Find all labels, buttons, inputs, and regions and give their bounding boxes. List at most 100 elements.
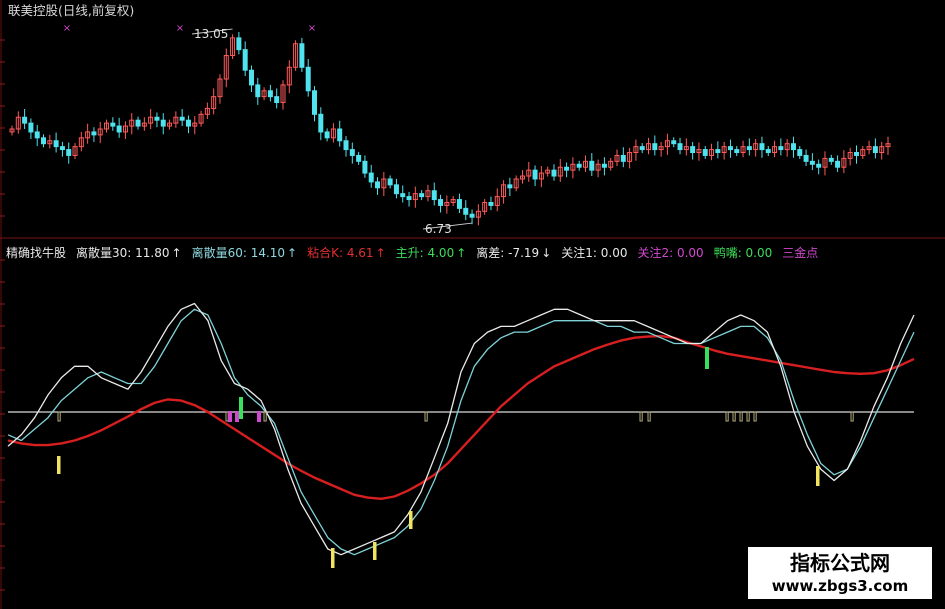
top-marker: × (176, 23, 184, 34)
candle-down (274, 96, 280, 104)
yellow-mark (331, 548, 335, 568)
candle-down (255, 84, 261, 98)
signal-tick (739, 411, 743, 422)
candle-down (652, 143, 658, 151)
arrow-up-icon: ↑ (375, 246, 386, 260)
candle-down (797, 149, 803, 156)
candle-down (236, 37, 242, 51)
indicator-values-bar: 精确找牛股 离散量30: 11.80 ↑ 离散量60: 14.10 ↑ 粘合K: 4… (6, 245, 818, 261)
candle-down (816, 163, 822, 168)
watermark-url: www.zbgs3.com (771, 577, 909, 595)
candle-down (22, 116, 28, 124)
indicator-value-guanzhu1: 关注1: 0.00 (561, 246, 628, 260)
candle-down (551, 169, 557, 177)
green-mark (705, 347, 709, 369)
candle-down (431, 190, 437, 201)
candle-down (456, 199, 462, 209)
candle-down (835, 160, 841, 168)
candle-down (185, 119, 191, 127)
candle-down (179, 116, 185, 121)
indicator-value-zhusheng: 主升: 4.00 ↑ (395, 246, 467, 260)
candle-down (66, 149, 72, 156)
candle-down (135, 119, 141, 127)
candle-down (318, 113, 324, 133)
candle-down (59, 146, 65, 151)
arrow-up-icon: ↑ (456, 246, 467, 260)
candle-down (620, 154, 626, 162)
indicator-value-nianhe-k: 粘合K: 4.61 ↑ (307, 246, 386, 260)
candle-down (41, 137, 47, 145)
magenta-mark (235, 411, 239, 422)
candle-down (828, 157, 834, 162)
signal-tick (647, 411, 651, 422)
stock-chart-canvas: × × × (0, 0, 945, 609)
candle-down (299, 43, 305, 68)
candle-down (671, 140, 677, 145)
candle-down (34, 131, 40, 139)
candle-down (400, 193, 406, 198)
candle-down (110, 122, 116, 127)
candle-down (702, 149, 708, 156)
candle-down (419, 193, 425, 198)
signal-tick (57, 411, 61, 422)
candle-down (116, 125, 122, 133)
signal-tick (639, 411, 643, 422)
yellow-mark (409, 511, 413, 529)
candle-down (343, 140, 349, 151)
watermark-logo: 指标公式网 www.zbgs3.com (748, 547, 932, 599)
indicator-value-lisan30: 离散量30: 11.80 ↑ (76, 246, 182, 260)
candle-down (305, 66, 311, 92)
candle-down (267, 90, 273, 98)
candle-down (160, 119, 166, 127)
candle-down (349, 149, 355, 156)
low-price-label: 6.73 (425, 222, 452, 236)
indicator-name: 精确找牛股 (6, 246, 67, 260)
candle-down (790, 143, 796, 151)
candle-down (601, 163, 607, 168)
green-mark (239, 397, 243, 419)
candle-down (393, 184, 399, 195)
candle-down (727, 146, 733, 151)
candle-down (469, 213, 475, 218)
candle-down (809, 160, 815, 165)
candle-down (28, 122, 34, 133)
yellow-mark (373, 542, 377, 560)
candle-down (324, 131, 330, 139)
candle-down (803, 154, 809, 162)
candle-down (778, 146, 784, 151)
candle-down (564, 166, 570, 171)
candle-down (532, 169, 538, 180)
candle-down (375, 181, 381, 189)
signal-tick (732, 411, 736, 422)
candle-down (362, 160, 368, 174)
candle-down (463, 207, 469, 215)
candle-down (312, 90, 318, 115)
candle-down (853, 152, 859, 156)
candle-down (248, 69, 254, 86)
signal-tick (424, 411, 428, 422)
signal-tick (263, 411, 267, 422)
candle-down (337, 128, 343, 142)
candle-down (242, 49, 248, 71)
indicator-value-licha: 离差: -7.19 ↓ (476, 246, 552, 260)
candle-down (154, 116, 160, 121)
candle-down (715, 149, 721, 154)
magenta-mark (228, 411, 232, 422)
magenta-mark (257, 411, 261, 422)
candle-down (690, 146, 696, 154)
candle-down (677, 143, 683, 151)
candle-down (488, 201, 494, 206)
candle-down (759, 143, 765, 151)
candle-down (91, 131, 97, 136)
watermark-name: 指标公式网 (790, 551, 890, 575)
candle-down (387, 178, 393, 186)
signal-tick (753, 411, 757, 422)
top-marker: × (308, 23, 316, 34)
candle-down (589, 160, 595, 171)
candle-down (746, 146, 752, 151)
candle-down (368, 172, 374, 183)
top-marker: × (63, 23, 71, 34)
signal-tick (746, 411, 750, 422)
indicator-value-lisan60: 离散量60: 14.10 ↑ (191, 246, 298, 260)
candle-down (734, 149, 740, 154)
